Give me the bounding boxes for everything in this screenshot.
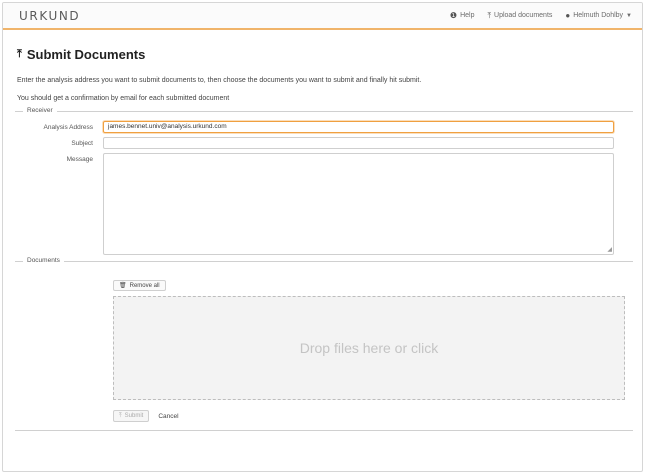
nav-links: ❶ Help ⤒ Upload documents ● Helmuth Dohl…	[450, 11, 632, 21]
receiver-section: Receiver Analysis Address james.bennet.u…	[15, 107, 633, 255]
intro-line-1: Enter the analysis address you want to s…	[17, 77, 422, 84]
submit-button[interactable]: ⤒ Submit	[113, 410, 150, 422]
intro-text: Enter the analysis address you want to s…	[17, 75, 642, 105]
user-icon: ●	[565, 11, 571, 20]
file-dropzone[interactable]: Drop files here or click	[113, 296, 625, 400]
app-window: URKUND ❶ Help ⤒ Upload documents ● Helmu…	[2, 2, 643, 472]
form-actions: ⤒ Submit Cancel	[113, 410, 633, 422]
upload-icon: ⤒	[487, 10, 492, 20]
trash-icon: 🗑	[119, 283, 127, 289]
analysis-address-label: Analysis Address	[43, 124, 94, 131]
subject-row: Subject	[15, 137, 633, 149]
resize-handle-icon[interactable]: ◢	[607, 247, 612, 253]
documents-legend: Documents	[23, 257, 64, 264]
subject-input[interactable]	[103, 137, 614, 149]
documents-section: Documents 🗑 Remove all Drop files here o…	[15, 257, 633, 422]
urkund-logo[interactable]: URKUND	[19, 9, 80, 23]
analysis-address-input[interactable]: james.bennet.univ@analysis.urkund.com	[103, 121, 614, 133]
help-link[interactable]: ❶ Help	[450, 11, 475, 20]
remove-all-label: Remove all	[129, 282, 160, 289]
message-row: Message ◢	[15, 153, 633, 255]
main-content: ⤒ Submit Documents Enter the analysis ad…	[3, 47, 642, 431]
remove-all-button[interactable]: 🗑 Remove all	[113, 280, 166, 291]
upload-label: Upload documents	[494, 12, 553, 19]
upload-icon: ⤒	[17, 48, 22, 60]
receiver-legend: Receiver	[23, 107, 57, 114]
user-name: Helmuth Dohlby	[573, 12, 624, 19]
info-circle-icon: ❶	[449, 11, 458, 20]
page-title: ⤒ Submit Documents	[17, 47, 642, 62]
page-title-text: Submit Documents	[26, 47, 146, 62]
upload-documents-link[interactable]: ⤒ Upload documents	[487, 11, 552, 21]
cancel-link[interactable]: Cancel	[158, 413, 178, 420]
bottom-divider	[15, 430, 633, 431]
intro-line-2: You should get a confirmation by email f…	[17, 95, 230, 102]
user-menu[interactable]: ● Helmuth Dohlby ▼	[565, 11, 632, 20]
message-label: Message	[66, 156, 93, 163]
upload-icon: ⤒	[119, 412, 122, 419]
analysis-address-row: Analysis Address james.bennet.univ@analy…	[15, 121, 633, 133]
top-navbar: URKUND ❶ Help ⤒ Upload documents ● Helmu…	[3, 3, 642, 30]
documents-body: 🗑 Remove all Drop files here or click ⤒ …	[15, 262, 633, 422]
submit-label: Submit	[124, 413, 144, 419]
message-textarea[interactable]: ◢	[103, 153, 614, 255]
dropzone-text: Drop files here or click	[299, 340, 439, 356]
help-label: Help	[460, 12, 475, 19]
caret-down-icon: ▼	[626, 12, 632, 19]
subject-label: Subject	[71, 140, 93, 147]
